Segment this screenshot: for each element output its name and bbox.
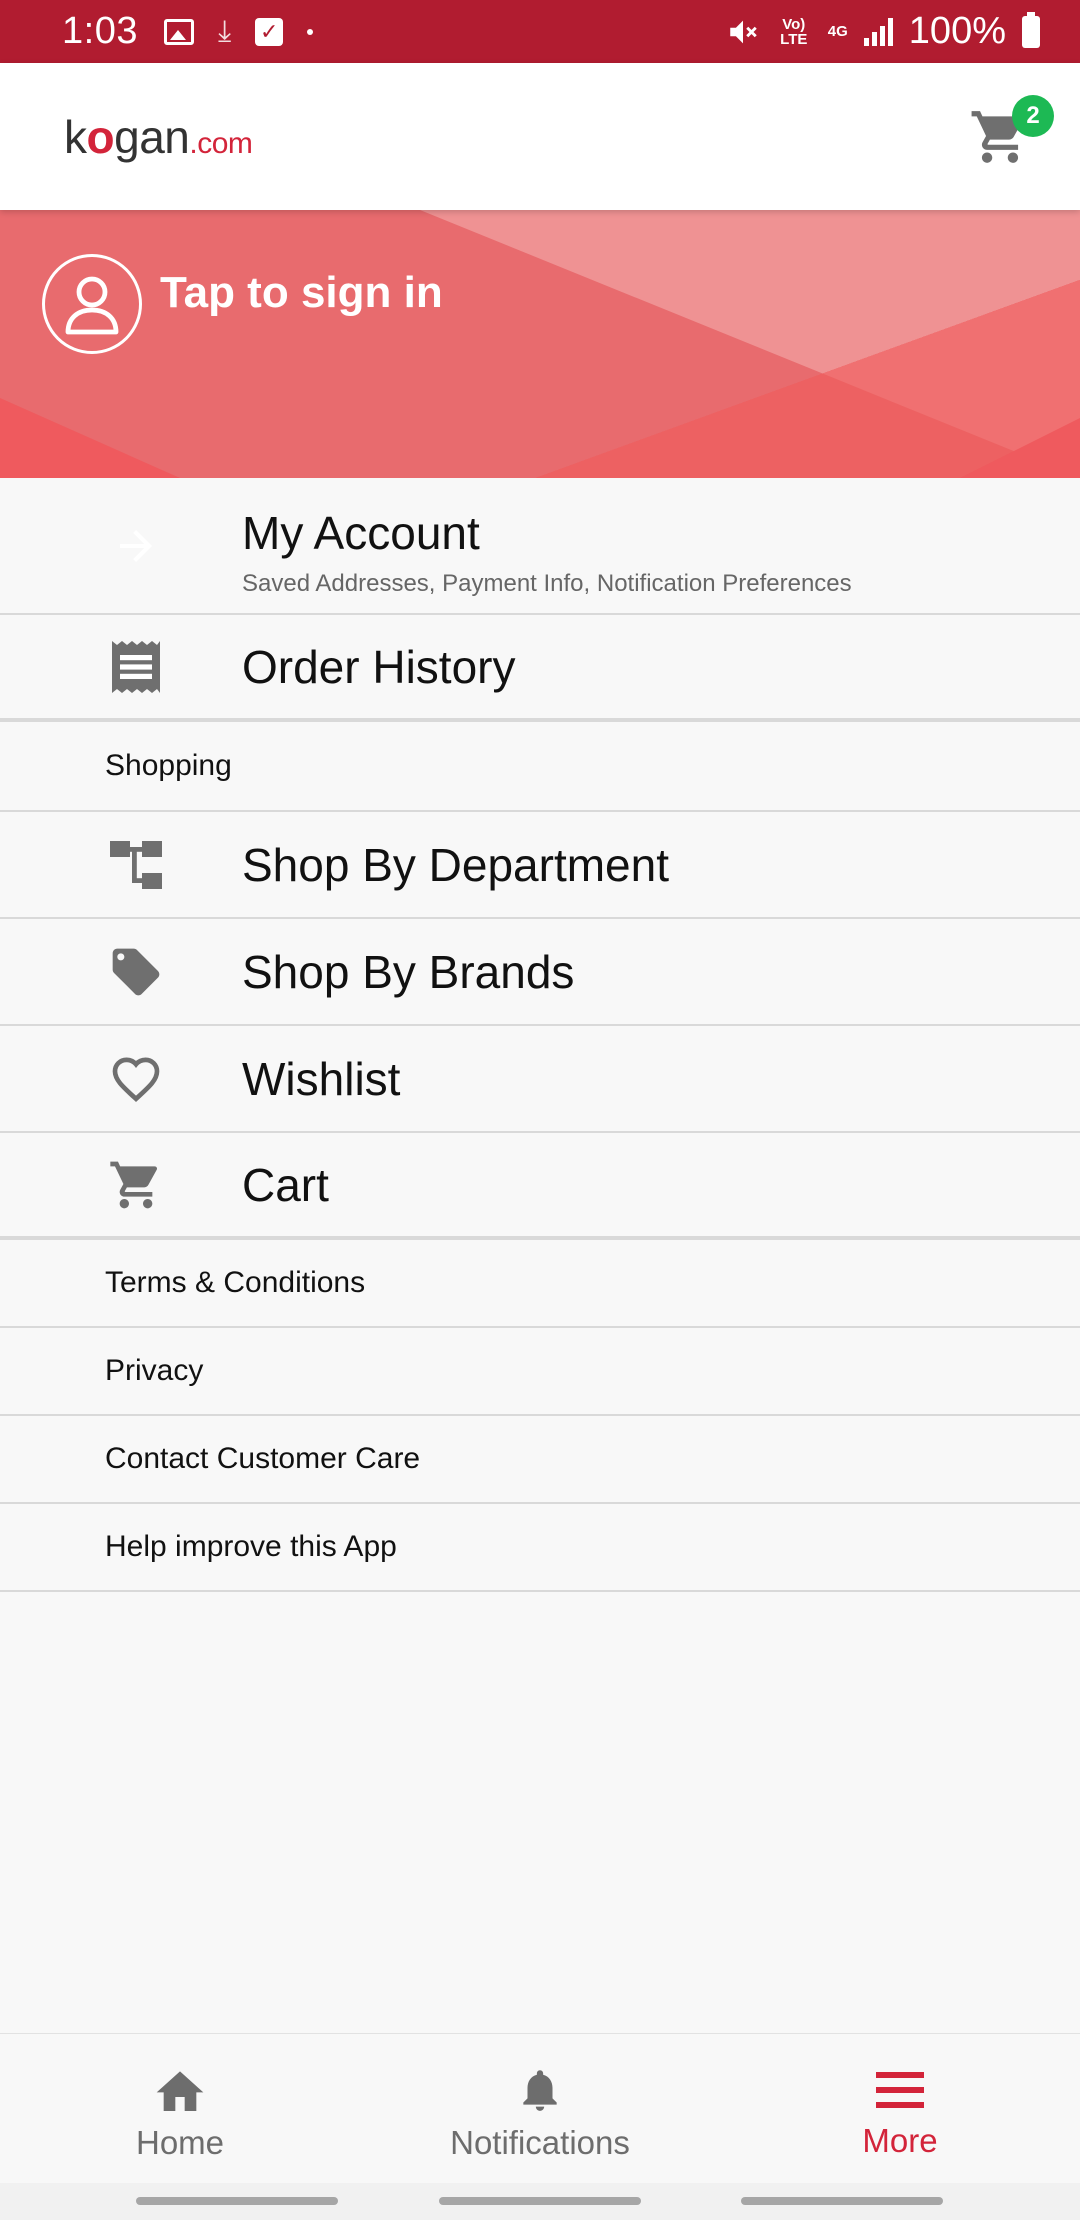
order-history-label: Order History bbox=[242, 640, 516, 693]
section-shopping-label: Shopping bbox=[105, 749, 232, 782]
more-notifications-dot-icon bbox=[307, 28, 314, 35]
nav-notifications[interactable]: Notifications bbox=[360, 2034, 720, 2183]
cart-count-badge: 2 bbox=[1012, 94, 1054, 137]
nav-more[interactable]: More bbox=[720, 2034, 1080, 2183]
menu-item-shop-by-department[interactable]: Shop By Department bbox=[0, 812, 1080, 919]
heart-icon bbox=[106, 1049, 166, 1109]
receipt-icon bbox=[106, 637, 166, 697]
nav-more-label: More bbox=[862, 2121, 938, 2159]
banner-decoration bbox=[960, 418, 1080, 478]
wishlist-label: Wishlist bbox=[242, 1052, 401, 1105]
nav-home[interactable]: Home bbox=[0, 2034, 360, 2183]
banner-decoration bbox=[0, 398, 180, 478]
volte-indicator: Vo) LTE bbox=[780, 15, 808, 48]
sign-in-text: Tap to sign in bbox=[160, 268, 443, 317]
hierarchy-icon bbox=[106, 835, 166, 895]
my-account-label: My Account bbox=[242, 507, 480, 559]
menu-item-shop-by-brands[interactable]: Shop By Brands bbox=[0, 919, 1080, 1026]
signal-icon bbox=[863, 17, 893, 46]
status-system-icons: Vo) LTE 4G 100% bbox=[726, 10, 1040, 53]
user-avatar-icon bbox=[42, 254, 142, 354]
status-time: 1:03 bbox=[62, 10, 138, 52]
logo-part-k: k bbox=[64, 110, 87, 163]
gallery-icon bbox=[163, 18, 194, 45]
menu-hamburger-icon bbox=[876, 2071, 924, 2108]
menu-item-cart[interactable]: Cart bbox=[0, 1133, 1080, 1240]
nav-home-label: Home bbox=[135, 2123, 225, 2161]
bell-icon bbox=[523, 2069, 557, 2111]
menu-item-my-account[interactable]: My Account Saved Addresses, Payment Info… bbox=[0, 478, 1080, 615]
system-gesture-bar bbox=[0, 2183, 1080, 2220]
menu-list: My Account Saved Addresses, Payment Info… bbox=[0, 478, 1080, 1592]
cart-button[interactable]: 2 bbox=[960, 94, 1054, 177]
home-icon bbox=[156, 2070, 204, 2111]
battery-percent: 100% bbox=[908, 10, 1006, 52]
menu-item-wishlist[interactable]: Wishlist bbox=[0, 1026, 1080, 1133]
logo-part-gan: gan bbox=[114, 110, 190, 163]
network-4g-indicator: 4G bbox=[827, 23, 848, 40]
sign-in-banner[interactable]: Tap to sign in bbox=[0, 210, 1080, 478]
gesture-handle[interactable] bbox=[439, 2197, 641, 2205]
nav-notifications-label: Notifications bbox=[450, 2123, 630, 2161]
privacy-label: Privacy bbox=[105, 1354, 204, 1387]
section-header-shopping: Shopping bbox=[0, 722, 1080, 812]
download-icon: ⤓ bbox=[217, 14, 232, 48]
shop-by-department-label: Shop By Department bbox=[242, 838, 670, 891]
arrow-right-icon bbox=[106, 516, 166, 576]
app-bar: kogan.com 2 bbox=[0, 63, 1080, 210]
kogan-logo[interactable]: kogan.com bbox=[64, 110, 253, 164]
menu-item-privacy[interactable]: Privacy bbox=[0, 1328, 1080, 1416]
checkbox-icon: ✓ bbox=[255, 17, 284, 46]
bottom-navigation: Home Notifications More bbox=[0, 2033, 1080, 2183]
cart-icon bbox=[106, 1155, 166, 1215]
status-notification-icons: ⤓ ✓ bbox=[163, 14, 314, 48]
help-label: Help improve this App bbox=[105, 1530, 397, 1563]
menu-item-contact-customer-care[interactable]: Contact Customer Care bbox=[0, 1416, 1080, 1504]
mute-icon bbox=[730, 20, 757, 43]
menu-item-order-history[interactable]: Order History bbox=[0, 615, 1080, 722]
logo-part-o: o bbox=[86, 110, 115, 163]
gesture-handle[interactable] bbox=[136, 2197, 338, 2205]
menu-item-terms[interactable]: Terms & Conditions bbox=[0, 1240, 1080, 1328]
menu-item-help-improve[interactable]: Help improve this App bbox=[0, 1504, 1080, 1592]
my-account-sublabel: Saved Addresses, Payment Info, Notificat… bbox=[242, 570, 852, 597]
sign-in-button[interactable]: Tap to sign in bbox=[42, 254, 443, 354]
logo-part-com: .com bbox=[189, 126, 253, 160]
terms-label: Terms & Conditions bbox=[105, 1266, 366, 1299]
status-bar: 1:03 ⤓ ✓ Vo) LTE 4G 100% bbox=[0, 0, 1080, 63]
tag-icon bbox=[106, 942, 166, 1002]
battery-icon bbox=[1022, 11, 1040, 48]
shop-by-brands-label: Shop By Brands bbox=[242, 945, 575, 998]
contact-label: Contact Customer Care bbox=[105, 1442, 421, 1475]
cart-label: Cart bbox=[242, 1158, 329, 1211]
gesture-handle[interactable] bbox=[741, 2197, 943, 2205]
